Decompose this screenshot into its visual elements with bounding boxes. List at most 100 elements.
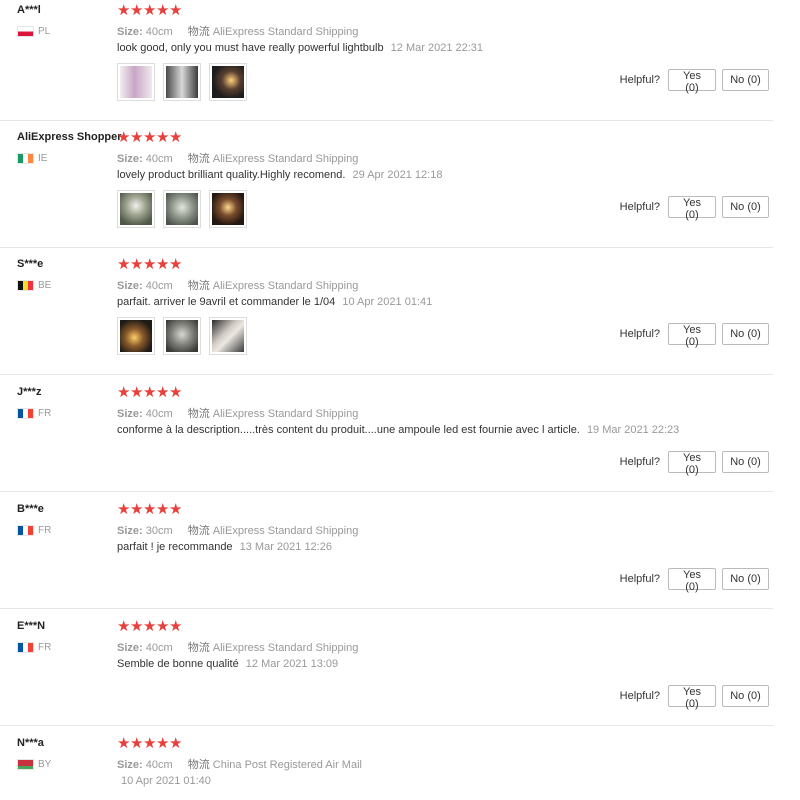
star-icon: ★ (169, 384, 183, 401)
reviewer-name: J***z (17, 386, 42, 398)
logistics-key: 物流 (187, 280, 210, 292)
star-icon: ★ (169, 256, 183, 273)
flag-icon (17, 279, 34, 291)
star-icon: ★ (156, 501, 170, 518)
size-value: 40cm (145, 642, 173, 654)
review-meta: Size: 30cm 物流 AliExpress Standard Shippi… (117, 522, 358, 538)
review-photo-thumbnail[interactable] (163, 63, 201, 101)
reviewer-name: E***N (17, 620, 46, 632)
rating-stars: ★ ★ ★ ★ ★ (117, 384, 183, 401)
star-icon: ★ (143, 501, 157, 518)
helpful-yes-button[interactable]: Yes (0) (668, 568, 716, 593)
reviewer-country: BY (17, 758, 51, 770)
review-comment: 10 Apr 2021 01:40 (117, 775, 211, 787)
review-photo-thumbnail[interactable] (209, 63, 247, 101)
review-comment: lovely product brilliant quality.Highly … (117, 169, 442, 181)
flag-icon (17, 524, 34, 536)
size-key: Size: (117, 642, 143, 654)
review-photo-thumbnail[interactable] (209, 190, 247, 228)
rating-stars: ★ ★ ★ ★ ★ (117, 129, 183, 146)
helpful-yes-button[interactable]: Yes (0) (668, 451, 716, 476)
shipping-method: AliExpress Standard Shipping (212, 280, 359, 292)
review-photo-thumbnail[interactable] (163, 317, 201, 355)
shipping-method: China Post Registered Air Mail (212, 759, 362, 771)
review-photo-thumbnail[interactable] (163, 190, 201, 228)
rating-stars: ★ ★ ★ ★ ★ (117, 2, 182, 19)
flag-icon (17, 407, 34, 419)
helpful-vote: Helpful? Yes (0) No (0) (619, 323, 769, 348)
star-icon: ★ (156, 2, 170, 19)
review-photos (117, 317, 247, 355)
star-icon: ★ (130, 735, 144, 752)
helpful-vote: Helpful? Yes (0) No (0) (620, 196, 769, 221)
comment-text: parfait. arriver le 9avril et commander … (117, 296, 336, 308)
shipping-method: AliExpress Standard Shipping (212, 26, 359, 38)
size-key: Size: (117, 280, 143, 292)
helpful-no-button[interactable]: No (0) (722, 451, 769, 473)
rating-stars: ★ ★ ★ ★ ★ (117, 735, 182, 752)
review-item: S***e BE ★ ★ ★ ★ ★ Size: 40cm 物流 AliExpress … (0, 256, 773, 375)
reviewer-name: S***e (17, 258, 44, 270)
helpful-vote: Helpful? Yes (0) No (0) (619, 451, 769, 476)
helpful-yes-button[interactable]: Yes (0) (668, 323, 716, 348)
size-value: 40cm (145, 153, 173, 165)
review-photo-thumbnail[interactable] (209, 317, 247, 355)
helpful-yes-button[interactable]: Yes (0) (668, 69, 716, 94)
reviewer-name: N***a (17, 737, 44, 749)
rating-stars: ★ ★ ★ ★ ★ (117, 256, 183, 273)
review-comment: parfait. arriver le 9avril et commander … (117, 296, 432, 308)
size-key: Size: (117, 525, 143, 537)
review-date: 10 Apr 2021 01:41 (342, 296, 433, 308)
helpful-label: Helpful? (619, 328, 660, 340)
review-meta: Size: 40cm 物流 AliExpress Standard Shippi… (117, 405, 358, 421)
helpful-vote: Helpful? Yes (0) No (0) (620, 685, 769, 710)
helpful-label: Helpful? (619, 456, 660, 468)
helpful-yes-button[interactable]: Yes (0) (668, 196, 716, 221)
review-item: AliExpress Shopper IE ★ ★ ★ ★ ★ Size: 40cm 物… (0, 129, 773, 248)
reviewer-name: A***l (17, 4, 41, 16)
logistics-key: 物流 (187, 525, 210, 537)
reviewer-country: FR (17, 641, 51, 653)
review-meta: Size: 40cm 物流 AliExpress Standard Shippi… (117, 639, 358, 655)
comment-text: parfait ! je recommande (117, 541, 233, 553)
star-icon: ★ (130, 501, 144, 518)
logistics-key: 物流 (187, 408, 210, 420)
star-icon: ★ (156, 129, 170, 146)
review-item: E***N FR ★ ★ ★ ★ ★ Size: 40cm 物流 AliExpress … (0, 618, 773, 726)
helpful-no-button[interactable]: No (0) (722, 69, 769, 91)
comment-text: conforme à la description.....très conte… (117, 424, 580, 436)
review-comment: conforme à la description.....très conte… (117, 424, 679, 436)
flag-icon (17, 758, 34, 770)
star-icon: ★ (117, 129, 131, 146)
star-icon: ★ (130, 384, 144, 401)
review-photo-thumbnail[interactable] (117, 63, 155, 101)
review-date: 19 Mar 2021 22:23 (586, 424, 680, 436)
review-photo-thumbnail[interactable] (117, 190, 155, 228)
star-icon: ★ (130, 2, 144, 19)
helpful-vote: Helpful? Yes (0) No (0) (620, 69, 769, 94)
logistics-key: 物流 (187, 759, 210, 771)
shipping-method: AliExpress Standard Shipping (212, 642, 359, 654)
size-value: 40cm (145, 26, 173, 38)
helpful-no-button[interactable]: No (0) (722, 685, 769, 707)
helpful-no-button[interactable]: No (0) (722, 323, 769, 345)
helpful-no-button[interactable]: No (0) (722, 568, 769, 590)
star-icon: ★ (143, 618, 157, 635)
review-comment: Semble de bonne qualité 12 Mar 2021 13:0… (117, 658, 338, 670)
logistics-key: 物流 (187, 26, 210, 38)
size-value: 40cm (145, 759, 173, 771)
review-item: B***e FR ★ ★ ★ ★ ★ Size: 30cm 物流 AliExpress … (0, 501, 773, 609)
review-photo-thumbnail[interactable] (117, 317, 155, 355)
rating-stars: ★ ★ ★ ★ ★ (117, 501, 182, 518)
star-icon: ★ (130, 129, 144, 146)
helpful-no-button[interactable]: No (0) (722, 196, 769, 218)
star-icon: ★ (143, 735, 157, 752)
comment-text: lovely product brilliant quality.Highly … (117, 169, 346, 181)
star-icon: ★ (169, 129, 183, 146)
reviewer-country: FR (17, 407, 51, 419)
flag-icon (17, 25, 34, 37)
star-icon: ★ (117, 256, 131, 273)
helpful-yes-button[interactable]: Yes (0) (668, 685, 716, 710)
reviewer-country: FR (17, 524, 51, 536)
size-value: 40cm (145, 280, 173, 292)
